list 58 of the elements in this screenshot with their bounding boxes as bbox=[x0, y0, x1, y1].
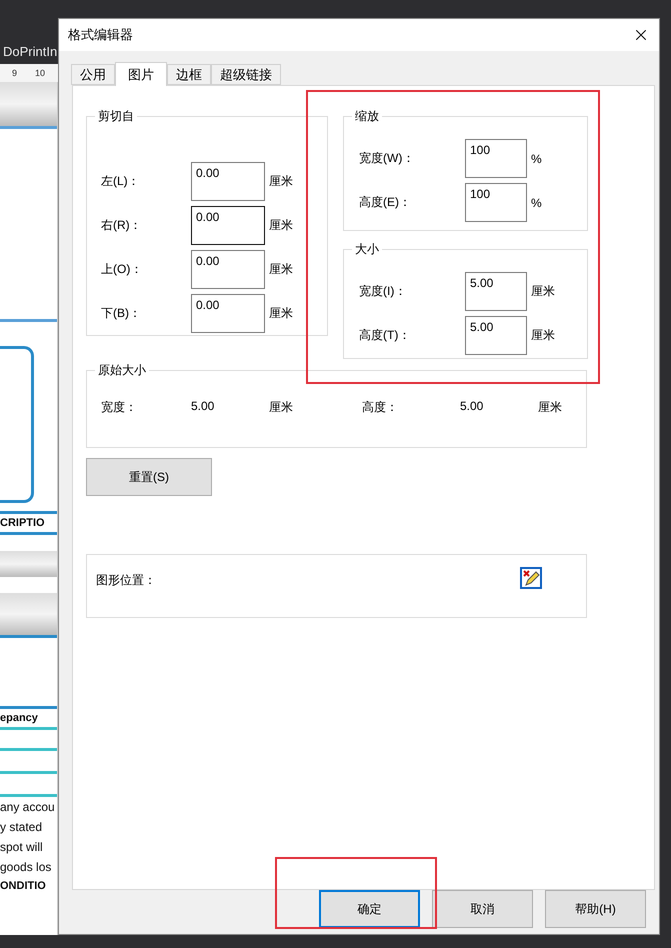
input-field[interactable]: 0.00 bbox=[191, 294, 265, 333]
document-tab[interactable]: DoPrintIn bbox=[3, 44, 58, 58]
reset-button[interactable]: 重置(S) bbox=[86, 458, 212, 496]
dialog-button[interactable]: 帮助(H) bbox=[545, 890, 646, 928]
input-field[interactable]: 5.00 bbox=[465, 316, 527, 355]
field-label: 高度(E)： bbox=[359, 194, 412, 211]
dialog-button[interactable]: 确定 bbox=[319, 890, 420, 928]
tab[interactable]: 图片 bbox=[115, 62, 167, 86]
field-label: 高度： bbox=[362, 399, 399, 416]
group-title: 剪切自 bbox=[95, 108, 137, 125]
unit-label: 厘米 bbox=[268, 305, 294, 322]
unit-label: 厘米 bbox=[268, 173, 294, 190]
heading-text: epancy bbox=[0, 711, 39, 726]
section-band bbox=[0, 551, 57, 577]
field-label: 宽度(I)： bbox=[359, 283, 408, 300]
unit-label: 厘米 bbox=[538, 399, 563, 416]
input-field[interactable]: 0.00 bbox=[191, 206, 265, 245]
tab[interactable]: 公用 bbox=[71, 64, 115, 85]
dialog-button[interactable]: 取消 bbox=[432, 890, 533, 928]
input-field[interactable]: 0.00 bbox=[191, 162, 265, 201]
input-field[interactable]: 0.00 bbox=[191, 250, 265, 289]
body-text: goods los bbox=[0, 859, 52, 876]
unit-label: % bbox=[530, 152, 543, 166]
tab[interactable]: 边框 bbox=[167, 64, 211, 85]
group-title: 大小 bbox=[352, 241, 382, 258]
unit-label: % bbox=[530, 196, 543, 210]
field-label: 下(B)： bbox=[101, 305, 142, 322]
group-title: 原始大小 bbox=[95, 362, 149, 379]
ruler-label: 10 bbox=[35, 68, 46, 78]
unit-label: 厘米 bbox=[530, 327, 556, 344]
unit-label: 厘米 bbox=[269, 399, 294, 416]
unit-label: 厘米 bbox=[268, 217, 294, 234]
value-text: 5.00 bbox=[460, 399, 484, 415]
unit-label: 厘米 bbox=[530, 283, 556, 300]
field-label: 宽度(W)： bbox=[359, 150, 416, 167]
body-text: spot will bbox=[0, 839, 44, 856]
image-edit-icon[interactable] bbox=[520, 567, 542, 589]
field-label: 左(L)： bbox=[101, 173, 141, 190]
field-label: 宽度： bbox=[101, 399, 138, 416]
field-label: 上(O)： bbox=[101, 261, 144, 278]
value-text: 5.00 bbox=[191, 399, 216, 415]
heading-text: ONDITIO bbox=[0, 879, 47, 894]
tab[interactable]: 超级链接 bbox=[211, 64, 281, 85]
input-field[interactable]: 100 bbox=[465, 139, 527, 178]
input-field[interactable]: 100 bbox=[465, 183, 527, 222]
field-label: 高度(T)： bbox=[359, 327, 412, 344]
ruler-label: 9 bbox=[12, 68, 18, 78]
body-text: any accou bbox=[0, 799, 56, 816]
header-band bbox=[0, 82, 57, 126]
section-band bbox=[0, 593, 57, 635]
unit-label: 厘米 bbox=[268, 261, 294, 278]
window-title: 格式编辑器 bbox=[68, 26, 133, 44]
heading-text: CRIPTIO bbox=[0, 516, 46, 531]
input-field[interactable]: 5.00 bbox=[465, 272, 527, 311]
group-title: 缩放 bbox=[352, 108, 382, 125]
field-label: 图形位置： bbox=[96, 572, 156, 588]
body-text: y stated bbox=[0, 819, 44, 836]
field-label: 右(R)： bbox=[101, 217, 143, 234]
